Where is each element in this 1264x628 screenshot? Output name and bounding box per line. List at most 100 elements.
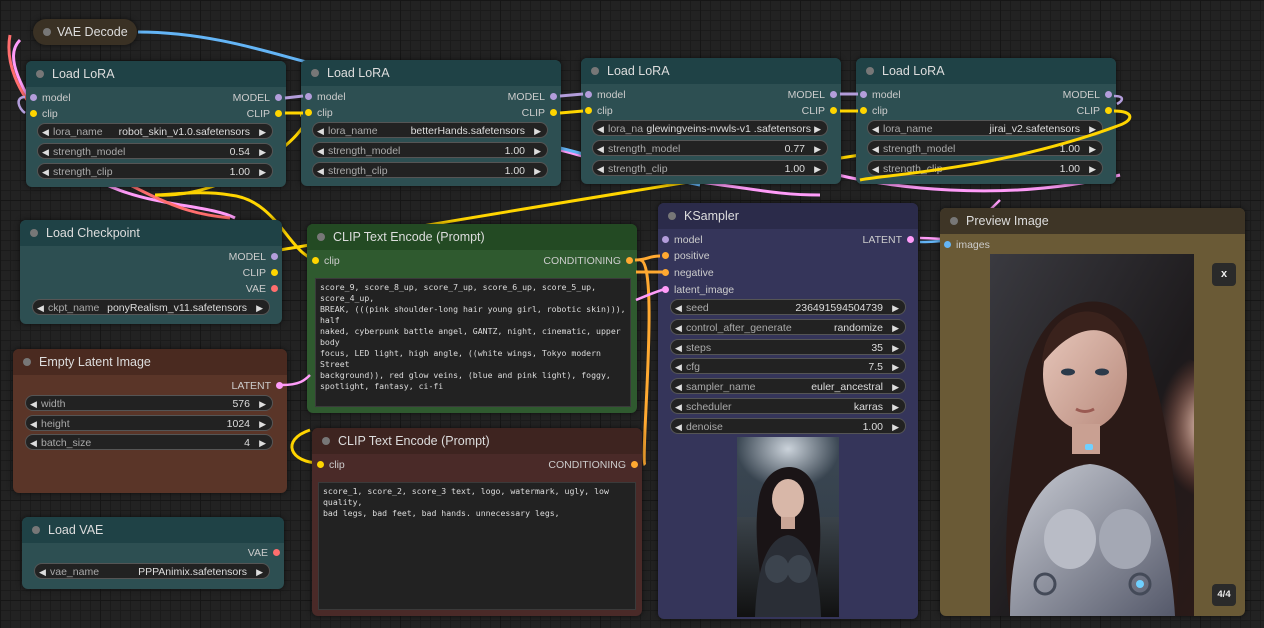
load-lora-node-3[interactable]: Load LoRA model clip MODEL CLIP ◀ lora_na… bbox=[581, 58, 841, 184]
scheduler-combo[interactable]: ◀ scheduler karras ▶ bbox=[670, 398, 906, 414]
clip-text-encode-positive-node[interactable]: CLIP Text Encode (Prompt) clip CONDITION… bbox=[307, 224, 637, 413]
node-title: Empty Latent Image bbox=[13, 349, 287, 375]
slot-label: CLIP bbox=[521, 107, 545, 119]
ckpt-name-combo[interactable]: ◀ ckpt_name ponyRealism_v11.safetensors ▶ bbox=[32, 299, 270, 315]
output-latent[interactable]: LATENT bbox=[232, 379, 283, 393]
lora-name-combo[interactable]: ◀ lora_name robot_skin_v1.0.safetensors ▶ bbox=[37, 123, 273, 139]
output-vae[interactable]: VAE bbox=[248, 546, 280, 560]
prompt-textarea[interactable]: score_1, score_2, score_3 text, logo, wa… bbox=[318, 482, 636, 610]
output-clip[interactable]: CLIP bbox=[243, 266, 278, 280]
load-checkpoint-node[interactable]: Load Checkpoint MODEL CLIP VAE ◀ ckpt_nam… bbox=[20, 220, 282, 324]
ksampler-node[interactable]: KSampler model positive negative latent_… bbox=[658, 203, 918, 619]
empty-latent-image-node[interactable]: Empty Latent Image LATENT ◀ width 576 ▶ ◀ he… bbox=[13, 349, 287, 493]
width-input[interactable]: ◀ width 576 ▶ bbox=[25, 395, 273, 411]
input-images[interactable]: images bbox=[944, 238, 990, 252]
load-vae-node[interactable]: Load VAE VAE ◀ vae_name PPPAnimix.safetens… bbox=[22, 517, 284, 589]
widget-value: 1024 bbox=[226, 418, 250, 430]
output-model[interactable]: MODEL bbox=[508, 90, 557, 104]
batch-size-input[interactable]: ◀ batch_size 4 ▶ bbox=[25, 434, 273, 450]
preview-image-node[interactable]: Preview Image images x 4/4 bbox=[940, 208, 1245, 616]
lora-name-combo[interactable]: ◀ lora_na glewingveins-nvwls-v1 .safetenso… bbox=[592, 120, 828, 136]
input-latent-image[interactable]: latent_image bbox=[662, 283, 734, 297]
sampler-name-combo[interactable]: ◀ sampler_name euler_ancestral ▶ bbox=[670, 378, 906, 394]
output-clip[interactable]: CLIP bbox=[802, 104, 837, 118]
input-clip[interactable]: clip bbox=[860, 104, 888, 118]
strength-clip-input[interactable]: ◀ strength_clip 1.00 ▶ bbox=[37, 163, 273, 179]
input-negative[interactable]: negative bbox=[662, 266, 714, 280]
widget-value: 0.54 bbox=[229, 146, 250, 158]
output-clip[interactable]: CLIP bbox=[522, 106, 557, 120]
output-conditioning[interactable]: CONDITIONING bbox=[548, 458, 638, 472]
slot-label: MODEL bbox=[232, 92, 270, 104]
strength-clip-input[interactable]: ◀ strength_clip 1.00 ▶ bbox=[312, 162, 548, 178]
strength-model-input[interactable]: ◀ strength_model 0.77 ▶ bbox=[592, 140, 828, 156]
input-model[interactable]: model bbox=[30, 91, 71, 105]
load-lora-node-4[interactable]: Load LoRA model clip MODEL CLIP ◀ lora_na… bbox=[856, 58, 1116, 184]
widget-label: scheduler bbox=[686, 401, 732, 413]
output-latent[interactable]: LATENT bbox=[863, 233, 914, 247]
slot-label: CLIP bbox=[1076, 105, 1100, 117]
input-clip[interactable]: clip bbox=[317, 458, 345, 472]
output-clip[interactable]: CLIP bbox=[1077, 104, 1112, 118]
input-clip[interactable]: clip bbox=[585, 104, 613, 118]
slot-label: MODEL bbox=[787, 89, 825, 101]
input-clip[interactable]: clip bbox=[305, 106, 333, 120]
slot-label: clip bbox=[872, 105, 888, 117]
node-title: Load LoRA bbox=[856, 58, 1116, 84]
output-vae[interactable]: VAE bbox=[246, 282, 278, 296]
lora-name-combo[interactable]: ◀ lora_name jirai_v2.safetensors ▶ bbox=[867, 120, 1103, 136]
node-title: Load LoRA bbox=[581, 58, 841, 84]
output-model[interactable]: MODEL bbox=[788, 88, 837, 102]
node-title: CLIP Text Encode (Prompt) bbox=[307, 224, 637, 250]
widget-value: betterHands.safetensors bbox=[410, 125, 525, 137]
ksampler-preview-thumbnail bbox=[737, 437, 839, 617]
seed-input[interactable]: ◀ seed 236491594504739 ▶ bbox=[670, 299, 906, 315]
input-clip[interactable]: clip bbox=[30, 107, 58, 121]
denoise-input[interactable]: ◀ denoise 1.00 ▶ bbox=[670, 418, 906, 434]
output-conditioning[interactable]: CONDITIONING bbox=[543, 254, 633, 268]
lora-name-combo[interactable]: ◀ lora_name betterHands.safetensors ▶ bbox=[312, 122, 548, 138]
slot-label: model bbox=[872, 89, 901, 101]
widget-value: 7.5 bbox=[868, 361, 883, 373]
load-lora-node-2[interactable]: Load LoRA model clip MODEL CLIP ◀ lora_na… bbox=[301, 60, 561, 186]
node-title: VAE Decode bbox=[33, 19, 137, 45]
prompt-textarea[interactable]: score_9, score_8_up, score_7_up, score_6… bbox=[315, 278, 631, 407]
output-clip[interactable]: CLIP bbox=[247, 107, 282, 121]
widget-label: batch_size bbox=[41, 437, 92, 449]
output-model[interactable]: MODEL bbox=[233, 91, 282, 105]
slot-label: CONDITIONING bbox=[548, 459, 626, 471]
image-counter-badge: 4/4 bbox=[1212, 584, 1236, 606]
strength-clip-input[interactable]: ◀ strength_clip 1.00 ▶ bbox=[592, 160, 828, 176]
slot-label: MODEL bbox=[228, 251, 266, 263]
steps-input[interactable]: ◀ steps 35 ▶ bbox=[670, 339, 906, 355]
close-preview-button[interactable]: x bbox=[1212, 263, 1236, 286]
input-positive[interactable]: positive bbox=[662, 249, 710, 263]
preview-image[interactable] bbox=[990, 254, 1194, 616]
strength-clip-input[interactable]: ◀ strength_clip 1.00 ▶ bbox=[867, 160, 1103, 176]
input-model[interactable]: model bbox=[662, 233, 703, 247]
cfg-input[interactable]: ◀ cfg 7.5 ▶ bbox=[670, 358, 906, 374]
control-after-generate-combo[interactable]: ◀ control_after_generate randomize ▶ bbox=[670, 319, 906, 335]
node-title: Load LoRA bbox=[26, 61, 286, 87]
load-lora-node-1[interactable]: Load LoRA model clip MODEL CLIP ◀ lora_na… bbox=[26, 61, 286, 187]
output-model[interactable]: MODEL bbox=[1063, 88, 1112, 102]
widget-value: 1.00 bbox=[862, 421, 883, 433]
strength-model-input[interactable]: ◀ strength_model 1.00 ▶ bbox=[867, 140, 1103, 156]
widget-label: seed bbox=[686, 302, 709, 314]
height-input[interactable]: ◀ height 1024 ▶ bbox=[25, 415, 273, 431]
vae-name-combo[interactable]: ◀ vae_name PPPAnimix.safetensors ▶ bbox=[34, 563, 270, 579]
widget-label: sampler_name bbox=[686, 381, 756, 393]
output-model[interactable]: MODEL bbox=[229, 250, 278, 264]
input-model[interactable]: model bbox=[860, 88, 901, 102]
slot-label: CLIP bbox=[246, 108, 270, 120]
vae-decode-node[interactable]: VAE Decode bbox=[33, 19, 137, 45]
slot-label: latent_image bbox=[674, 284, 735, 296]
strength-model-input[interactable]: ◀ strength_model 1.00 ▶ bbox=[312, 142, 548, 158]
input-model[interactable]: model bbox=[305, 90, 346, 104]
clip-text-encode-negative-node[interactable]: CLIP Text Encode (Prompt) clip CONDITION… bbox=[312, 428, 642, 616]
strength-model-input[interactable]: ◀ strength_model 0.54 ▶ bbox=[37, 143, 273, 159]
input-clip[interactable]: clip bbox=[312, 254, 340, 268]
widget-value: 1.00 bbox=[784, 163, 805, 175]
input-model[interactable]: model bbox=[585, 88, 626, 102]
slot-label: clip bbox=[324, 255, 340, 267]
